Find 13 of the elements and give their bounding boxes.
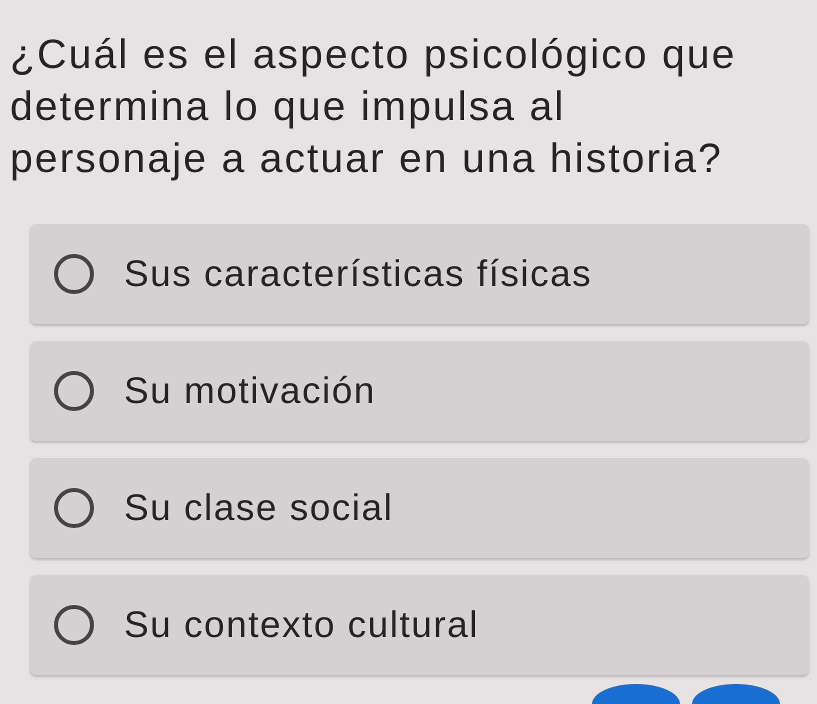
answer-option[interactable]: Su contexto cultural [30,575,809,675]
radio-button[interactable] [54,254,94,294]
option-label: Su motivación [124,369,376,414]
answer-option[interactable]: Su clase social [30,458,809,558]
option-label: Su clase social [124,486,394,530]
radio-button[interactable] [54,371,94,411]
option-label: Su contexto cultural [124,603,479,648]
radio-button[interactable] [54,605,94,645]
radio-button[interactable] [54,488,94,528]
answer-option[interactable]: Sus características físicas [30,224,809,324]
question-text: ¿Cuál es el aspecto psicológico que determina lo que impulsa al personaje a actuar en una historia? [10,30,738,183]
answer-option[interactable]: Su motivación [30,341,809,441]
option-label: Sus características físicas [124,252,592,296]
